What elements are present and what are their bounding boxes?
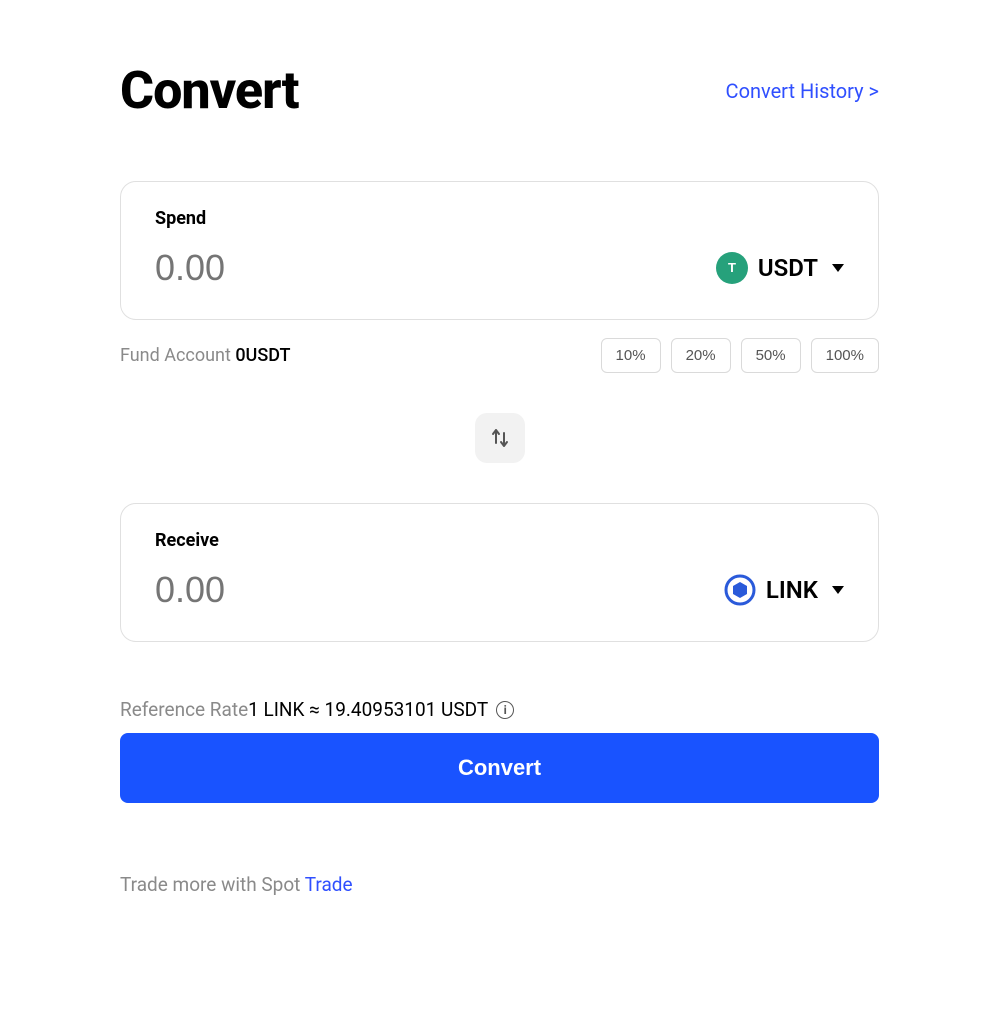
percent-10-button[interactable]: 10% xyxy=(601,338,661,373)
spend-card: Spend T USDT xyxy=(120,181,879,320)
usdt-icon: T xyxy=(716,252,748,284)
spot-trade-link[interactable]: Trade xyxy=(305,873,353,896)
receive-amount-input[interactable] xyxy=(155,569,455,611)
percent-100-button[interactable]: 100% xyxy=(811,338,879,373)
percent-20-button[interactable]: 20% xyxy=(671,338,731,373)
spend-label: Spend xyxy=(155,208,844,229)
percent-buttons: 10% 20% 50% 100% xyxy=(601,338,879,373)
fund-account-text: Fund Account 0USDT xyxy=(120,345,291,366)
link-icon xyxy=(724,574,756,606)
receive-card: Receive LINK xyxy=(120,503,879,642)
page-title: Convert xyxy=(120,60,298,121)
chevron-down-icon xyxy=(832,264,844,272)
receive-label: Receive xyxy=(155,530,844,551)
info-icon[interactable]: i xyxy=(496,701,514,719)
swap-icon xyxy=(488,426,512,450)
receive-coin-select[interactable]: LINK xyxy=(724,574,844,606)
chevron-down-icon xyxy=(832,586,844,594)
footer-text: Trade more with Spot Trade xyxy=(120,873,879,896)
spend-coin-select[interactable]: T USDT xyxy=(716,252,844,284)
convert-button[interactable]: Convert xyxy=(120,733,879,803)
reference-rate: Reference Rate1 LINK ≈ 19.40953101 USDT … xyxy=(120,698,879,721)
svg-text:T: T xyxy=(728,260,736,275)
spend-coin-symbol: USDT xyxy=(758,254,818,282)
convert-history-link[interactable]: Convert History > xyxy=(726,79,879,103)
spend-amount-input[interactable] xyxy=(155,247,455,289)
percent-50-button[interactable]: 50% xyxy=(741,338,801,373)
receive-coin-symbol: LINK xyxy=(766,576,818,604)
swap-button[interactable] xyxy=(475,413,525,463)
